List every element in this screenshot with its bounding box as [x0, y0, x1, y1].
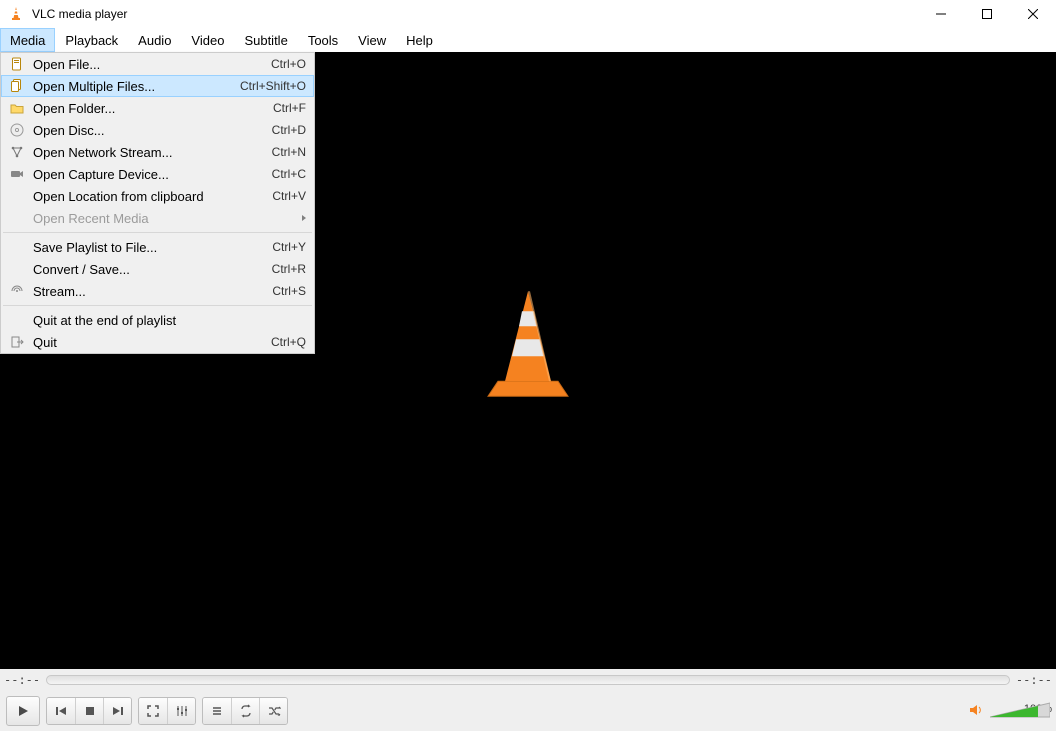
loop-button[interactable] — [231, 698, 259, 724]
stop-button[interactable] — [75, 698, 103, 724]
menu-item-shortcut: Ctrl+Q — [271, 335, 306, 349]
menu-separator — [3, 305, 312, 306]
network-icon — [5, 145, 29, 159]
menu-item-open-recent-media[interactable]: Open Recent Media — [1, 207, 314, 229]
menu-item-stream[interactable]: Stream... Ctrl+S — [1, 280, 314, 302]
menu-item-label: Open Location from clipboard — [29, 189, 272, 204]
menu-item-shortcut: Ctrl+S — [272, 284, 306, 298]
menu-label: Tools — [308, 33, 338, 48]
menu-item-shortcut: Ctrl+Shift+O — [240, 79, 306, 93]
extended-settings-button[interactable] — [167, 698, 195, 724]
menu-item-shortcut: Ctrl+F — [273, 101, 306, 115]
next-button[interactable] — [103, 698, 131, 724]
menu-label: Audio — [138, 33, 171, 48]
time-total[interactable]: --:-- — [1016, 673, 1052, 687]
menu-item-shortcut: Ctrl+C — [272, 167, 306, 181]
submenu-arrow-icon — [302, 215, 306, 221]
menu-item-label: Open Multiple Files... — [29, 79, 240, 94]
speaker-icon[interactable] — [968, 702, 984, 721]
menu-label: Subtitle — [244, 33, 287, 48]
time-elapsed[interactable]: --:-- — [4, 673, 40, 687]
folder-icon — [5, 101, 29, 115]
title-bar: VLC media player — [0, 0, 1056, 28]
video-area: Open File... Ctrl+O Open Multiple Files.… — [0, 52, 1056, 669]
shuffle-button[interactable] — [259, 698, 287, 724]
menu-view[interactable]: View — [348, 28, 396, 52]
volume-slider[interactable] — [990, 701, 1050, 719]
menu-item-shortcut: Ctrl+V — [272, 189, 306, 203]
menu-item-label: Convert / Save... — [29, 262, 272, 277]
seek-slider[interactable] — [46, 675, 1010, 685]
menu-item-label: Open File... — [29, 57, 271, 72]
menu-item-label: Open Folder... — [29, 101, 273, 116]
menu-item-open-capture-device[interactable]: Open Capture Device... Ctrl+C — [1, 163, 314, 185]
menu-item-quit-after-playlist[interactable]: Quit at the end of playlist — [1, 309, 314, 331]
vlc-logo — [463, 281, 593, 414]
menu-subtitle[interactable]: Subtitle — [234, 28, 297, 52]
menu-item-save-playlist[interactable]: Save Playlist to File... Ctrl+Y — [1, 236, 314, 258]
menu-label: Video — [191, 33, 224, 48]
disc-icon — [5, 123, 29, 137]
menu-label: Playback — [65, 33, 118, 48]
menu-item-shortcut: Ctrl+D — [272, 123, 306, 137]
volume-area: 100% — [968, 702, 1050, 721]
menu-playback[interactable]: Playback — [55, 28, 128, 52]
menu-tools[interactable]: Tools — [298, 28, 348, 52]
view-group — [138, 697, 196, 725]
menu-item-label: Stream... — [29, 284, 272, 299]
menu-help[interactable]: Help — [396, 28, 443, 52]
play-button[interactable] — [6, 696, 40, 726]
menu-item-label: Save Playlist to File... — [29, 240, 272, 255]
vlc-cone-icon — [8, 6, 24, 22]
close-button[interactable] — [1010, 0, 1056, 28]
menu-item-shortcut: Ctrl+Y — [272, 240, 306, 254]
menu-item-open-multiple-files[interactable]: Open Multiple Files... Ctrl+Shift+O — [1, 75, 314, 97]
transport-group — [46, 697, 132, 725]
fullscreen-button[interactable] — [139, 698, 167, 724]
menu-item-shortcut: Ctrl+R — [272, 262, 306, 276]
menu-item-label: Quit at the end of playlist — [29, 313, 306, 328]
capture-icon — [5, 167, 29, 181]
media-dropdown: Open File... Ctrl+O Open Multiple Files.… — [0, 52, 315, 354]
quit-icon — [5, 335, 29, 349]
control-bar: 100% — [0, 691, 1056, 731]
seek-bar: --:-- --:-- — [0, 669, 1056, 691]
menu-label: Help — [406, 33, 433, 48]
menu-item-quit[interactable]: Quit Ctrl+Q — [1, 331, 314, 353]
stream-icon — [5, 284, 29, 298]
menu-bar: Media Playback Audio Video Subtitle Tool… — [0, 28, 1056, 52]
menu-media[interactable]: Media — [0, 28, 55, 52]
previous-button[interactable] — [47, 698, 75, 724]
playlist-group — [202, 697, 288, 725]
vlc-cone-icon — [463, 281, 593, 411]
menu-item-open-file[interactable]: Open File... Ctrl+O — [1, 53, 314, 75]
menu-item-open-folder[interactable]: Open Folder... Ctrl+F — [1, 97, 314, 119]
minimize-button[interactable] — [918, 0, 964, 28]
menu-item-shortcut: Ctrl+N — [272, 145, 306, 159]
menu-item-label: Open Disc... — [29, 123, 272, 138]
window-controls — [918, 0, 1056, 28]
menu-item-open-network-stream[interactable]: Open Network Stream... Ctrl+N — [1, 141, 314, 163]
menu-label: Media — [10, 33, 45, 48]
menu-item-open-clipboard[interactable]: Open Location from clipboard Ctrl+V — [1, 185, 314, 207]
menu-separator — [3, 232, 312, 233]
menu-audio[interactable]: Audio — [128, 28, 181, 52]
menu-item-label: Open Network Stream... — [29, 145, 272, 160]
playlist-button[interactable] — [203, 698, 231, 724]
menu-item-label: Open Recent Media — [29, 211, 298, 226]
window-title: VLC media player — [32, 7, 918, 21]
menu-item-convert-save[interactable]: Convert / Save... Ctrl+R — [1, 258, 314, 280]
maximize-button[interactable] — [964, 0, 1010, 28]
menu-item-label: Quit — [29, 335, 271, 350]
files-icon — [5, 79, 29, 93]
menu-item-label: Open Capture Device... — [29, 167, 272, 182]
menu-label: View — [358, 33, 386, 48]
menu-item-open-disc[interactable]: Open Disc... Ctrl+D — [1, 119, 314, 141]
file-icon — [5, 57, 29, 71]
menu-video[interactable]: Video — [181, 28, 234, 52]
menu-item-shortcut: Ctrl+O — [271, 57, 306, 71]
